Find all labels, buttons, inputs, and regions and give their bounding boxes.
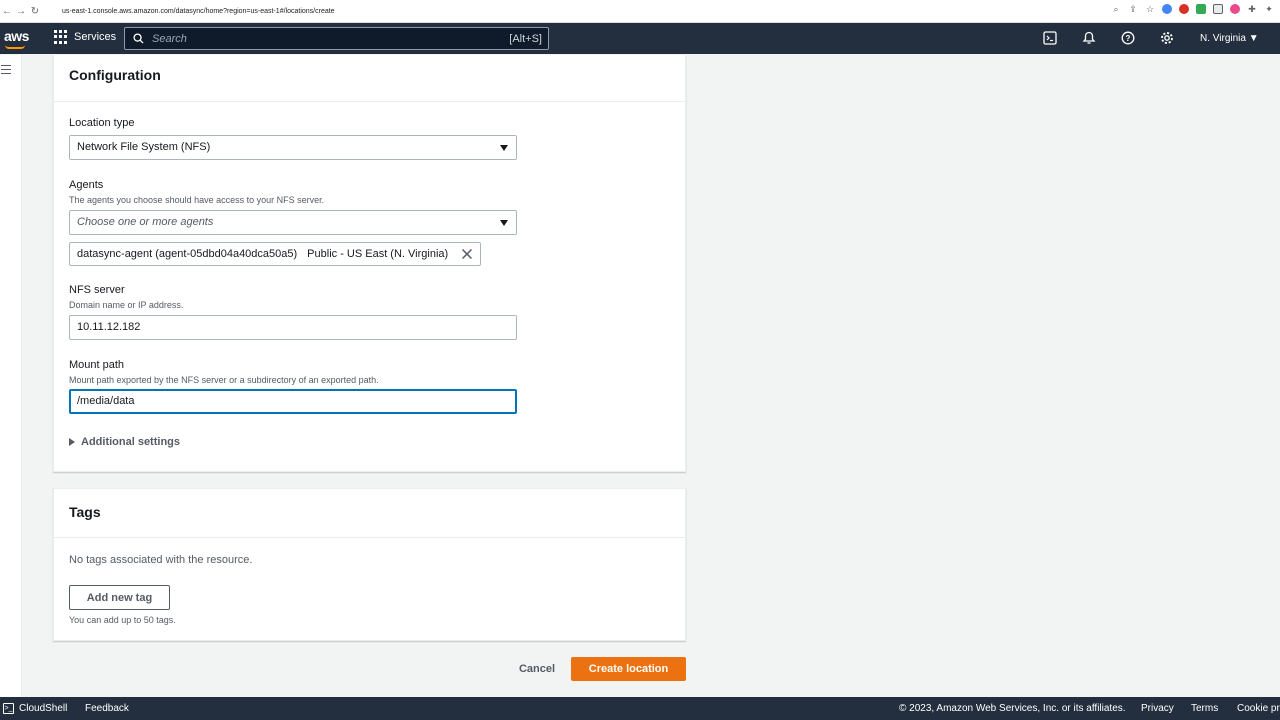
cloudshell-label: CloudShell: [19, 703, 68, 714]
grid-icon: [54, 30, 68, 44]
add-new-tag-button[interactable]: Add new tag: [69, 585, 170, 610]
additional-settings-label: Additional settings: [81, 436, 180, 448]
location-type-value: Network File System (NFS): [77, 141, 211, 153]
tags-empty-text: No tags associated with the resource.: [69, 554, 253, 566]
search-shortcut: [Alt+S]: [509, 32, 542, 45]
agent-name: datasync-agent (agent-05dbd04a40dca50a5): [77, 248, 298, 260]
privacy-link[interactable]: Privacy: [1141, 703, 1174, 714]
agents-placeholder: Choose one or more agents: [77, 216, 214, 228]
caret-down-icon: [500, 145, 508, 151]
search-placeholder: Search: [152, 32, 187, 45]
side-navigation-collapsed: [0, 55, 22, 697]
feedback-link[interactable]: Feedback: [85, 703, 129, 714]
caret-right-icon: [69, 438, 75, 446]
mount-path-input[interactable]: /media/data: [69, 389, 517, 414]
share-icon[interactable]: ⇪: [1128, 4, 1138, 14]
configuration-panel: Configuration Location type Network File…: [53, 55, 686, 472]
console-footer: >_ CloudShell Feedback © 2023, Amazon We…: [0, 697, 1280, 720]
zoom-icon[interactable]: ⌕: [1111, 4, 1121, 14]
reload-icon[interactable]: ↻: [28, 6, 42, 17]
tags-title: Tags: [54, 489, 685, 538]
pin-icon[interactable]: ✦: [1264, 4, 1274, 14]
gear-icon[interactable]: [1160, 31, 1174, 45]
bell-icon[interactable]: [1082, 31, 1096, 45]
caret-down-icon: [500, 220, 508, 226]
tags-panel: Tags No tags associated with the resourc…: [53, 488, 686, 641]
terminal-icon: >_: [3, 703, 14, 714]
region-selector[interactable]: N. Virginia ▼: [1200, 33, 1259, 44]
copyright-text: © 2023, Amazon Web Services, Inc. or its…: [899, 703, 1126, 714]
cancel-button[interactable]: Cancel: [513, 657, 561, 681]
back-icon[interactable]: ←: [0, 6, 14, 17]
services-label: Services: [74, 31, 117, 43]
search-input[interactable]: Search [Alt+S]: [124, 27, 549, 50]
cloudshell-icon[interactable]: [1043, 31, 1057, 45]
services-menu-button[interactable]: Services: [54, 30, 116, 44]
nfs-server-description: Domain name or IP address.: [69, 300, 184, 310]
extension-icon[interactable]: [1179, 4, 1189, 14]
aws-smile-icon: [5, 45, 25, 49]
agent-endpoint: Public - US East (N. Virginia): [307, 248, 449, 260]
nfs-server-label: NFS server: [69, 284, 125, 296]
remove-token-icon[interactable]: [461, 248, 473, 260]
cloudshell-button[interactable]: >_ CloudShell: [3, 703, 67, 714]
tags-hint: You can add up to 50 tags.: [69, 615, 176, 625]
terms-link[interactable]: Terms: [1191, 703, 1218, 714]
aws-top-nav: aws Services Search [Alt+S] ? N. Virgini…: [0, 23, 1280, 54]
configuration-title: Configuration: [54, 55, 685, 102]
cookie-preferences-link[interactable]: Cookie pr: [1237, 703, 1280, 714]
location-type-select[interactable]: Network File System (NFS): [69, 135, 517, 160]
nfs-server-input[interactable]: 10.11.12.182: [69, 315, 517, 340]
mount-path-description: Mount path exported by the NFS server or…: [69, 375, 379, 385]
location-type-label: Location type: [69, 117, 135, 129]
create-location-button[interactable]: Create location: [571, 657, 686, 681]
agents-label: Agents: [69, 179, 104, 191]
browser-extensions: ⌕ ⇪ ☆ ✚ ✦: [1111, 4, 1274, 14]
bookmark-star-icon[interactable]: ☆: [1145, 4, 1155, 14]
agents-description: The agents you choose should have access…: [69, 195, 325, 205]
address-bar[interactable]: us-east-1.console.aws.amazon.com/datasyn…: [62, 8, 335, 15]
additional-settings-toggle[interactable]: Additional settings: [69, 436, 180, 448]
mount-path-label: Mount path: [69, 359, 125, 371]
extension-icon[interactable]: [1213, 4, 1223, 14]
puzzle-icon[interactable]: ✚: [1247, 4, 1257, 14]
extension-icon[interactable]: [1230, 4, 1240, 14]
agents-select[interactable]: Choose one or more agents: [69, 210, 517, 235]
aws-logo-text: aws: [4, 28, 29, 44]
help-icon[interactable]: ?: [1121, 31, 1135, 45]
search-icon: [133, 33, 144, 44]
forward-icon[interactable]: →: [14, 6, 28, 17]
extension-icon[interactable]: [1196, 4, 1206, 14]
extension-icon[interactable]: [1162, 4, 1172, 14]
svg-text:?: ?: [1126, 34, 1131, 43]
browser-toolbar: ← → ↻ us-east-1.console.aws.amazon.com/d…: [0, 0, 1280, 23]
menu-icon[interactable]: [1, 65, 11, 77]
selected-agent-token: datasync-agent (agent-05dbd04a40dca50a5)…: [69, 242, 481, 266]
